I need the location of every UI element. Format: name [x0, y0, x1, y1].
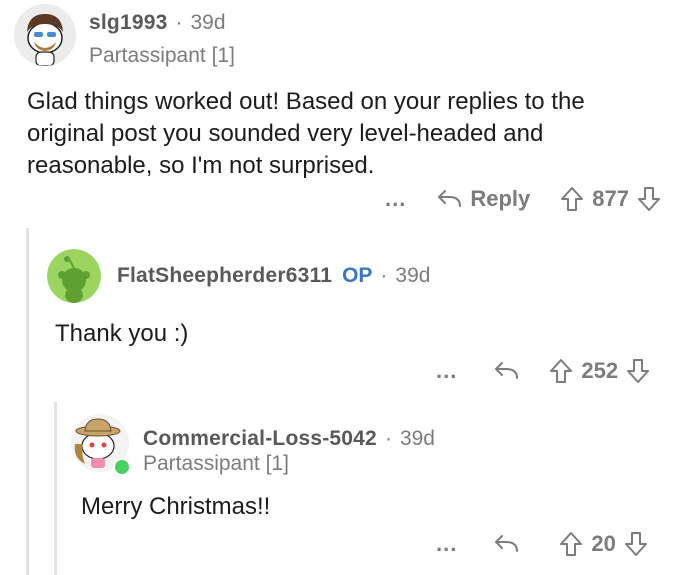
upvote-icon[interactable] [549, 358, 573, 384]
bearded-snoo-avatar-icon [14, 4, 76, 66]
user-avatar[interactable] [47, 249, 101, 303]
timestamp: 39d [190, 11, 226, 34]
more-options-button[interactable]: ... [385, 188, 406, 210]
vote-count: 20 [591, 531, 616, 556]
comment-actions: ... 252 [436, 358, 650, 384]
reply-button[interactable]: Reply [436, 186, 530, 212]
username[interactable]: FlatSheepherder6311 [117, 264, 332, 288]
separator-dot: · [380, 264, 388, 287]
reply-arrow-icon [495, 362, 519, 379]
vote-count: 252 [581, 358, 619, 383]
more-options-button[interactable]: ... [436, 533, 457, 555]
reply-button[interactable] [493, 534, 519, 554]
timestamp: 39d [399, 427, 435, 450]
op-badge: OP [342, 264, 373, 287]
comment-meta: FlatSheepherder6311 OP · 39d [117, 264, 430, 288]
vote-count: 877 [592, 186, 629, 211]
downvote-icon[interactable] [626, 358, 650, 384]
default-snoo-avatar-icon [47, 249, 101, 303]
user-avatar[interactable] [14, 4, 76, 66]
more-options-button[interactable]: ... [436, 360, 457, 382]
comment-actions: ... 20 [436, 531, 648, 557]
user-flair: Partassipant [1] [89, 44, 235, 67]
reply-label: Reply [470, 186, 531, 211]
online-status-indicator [113, 458, 131, 476]
comment-meta: slg1993 · 39d [89, 11, 226, 35]
username[interactable]: slg1993 [89, 11, 167, 35]
timestamp: 39d [395, 264, 431, 287]
upvote-icon[interactable] [559, 531, 583, 557]
thread-line-level-2[interactable] [54, 402, 57, 575]
downvote-icon[interactable] [624, 531, 648, 557]
separator-dot: · [175, 11, 183, 34]
thread-line-level-1[interactable] [26, 228, 29, 575]
downvote-icon[interactable] [637, 186, 661, 212]
comment-body: Glad things worked out! Based on your re… [27, 88, 585, 179]
username[interactable]: Commercial-Loss-5042 [143, 427, 377, 451]
comment-body: Merry Christmas!! [81, 493, 271, 520]
separator-dot: · [384, 427, 392, 450]
user-avatar[interactable] [71, 414, 131, 476]
comment-body: Thank you :) [55, 320, 189, 347]
user-flair: Partassipant [1] [143, 452, 289, 475]
reply-arrow-icon [438, 190, 462, 207]
upvote-icon[interactable] [560, 186, 584, 212]
comment-actions: ... Reply 877 [385, 186, 661, 212]
reply-arrow-icon [495, 535, 519, 552]
reply-button[interactable] [493, 361, 519, 381]
comment-meta: Commercial-Loss-5042 · 39d [143, 427, 435, 451]
